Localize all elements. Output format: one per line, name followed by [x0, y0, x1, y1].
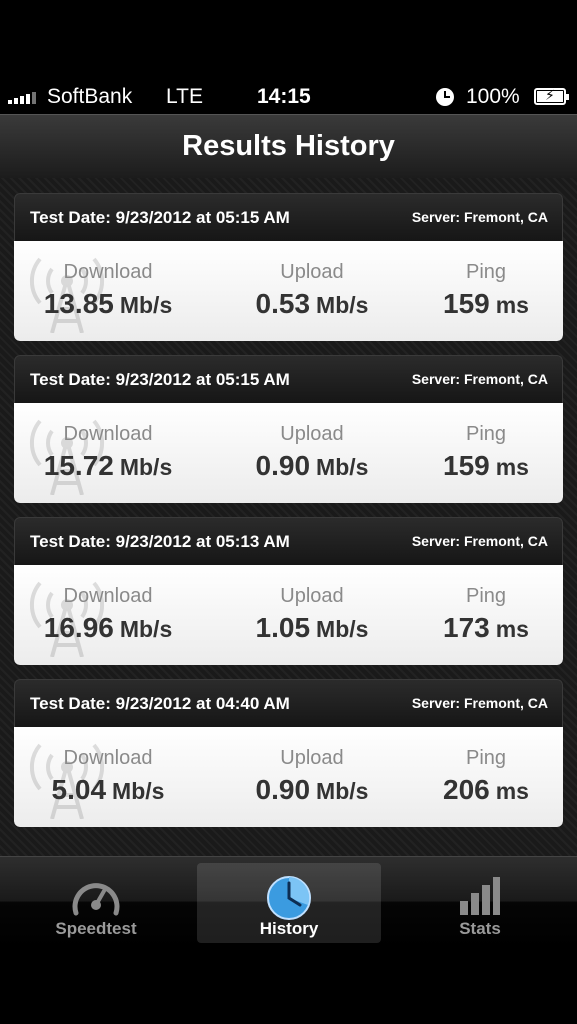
ping-value: 206 [443, 774, 490, 805]
server-location: Server: Fremont, CA [411, 371, 548, 387]
download-unit: Mb/s [112, 778, 165, 804]
signal-strength-icon [8, 90, 36, 104]
result-card-header: Test Date: 9/23/2012 at 04:40 AM Server:… [14, 679, 563, 727]
download-metric: Download 5.04 Mb/s [18, 727, 198, 806]
ping-label: Ping [465, 585, 507, 607]
ping-unit: ms [495, 454, 529, 480]
download-metric: Download 16.96 Mb/s [18, 565, 198, 644]
test-date: Test Date: 9/23/2012 at 05:15 AM [30, 370, 290, 389]
result-card[interactable]: Test Date: 9/23/2012 at 04:40 AM Server:… [14, 679, 563, 827]
upload-unit: Mb/s [316, 778, 369, 804]
navigation-bar: Results History [0, 114, 577, 178]
download-value: 13.85 [43, 288, 114, 319]
upload-value: 0.90 [255, 450, 311, 481]
page-title: Results History [182, 130, 395, 162]
status-bar: SoftBank LTE 14:15 100% ⚡ [0, 80, 577, 114]
ping-unit: ms [495, 292, 529, 318]
upload-label: Upload [280, 585, 344, 607]
result-card[interactable]: Test Date: 9/23/2012 at 05:15 AM Server:… [14, 355, 563, 503]
ping-value: 159 [443, 450, 490, 481]
result-card-header: Test Date: 9/23/2012 at 05:13 AM Server:… [14, 517, 563, 565]
ping-metric: Ping 159 ms [396, 403, 563, 482]
battery-percent: 100% [466, 85, 520, 108]
bar-chart-icon [460, 877, 500, 915]
tab-speedtest-label: Speedtest [55, 919, 137, 938]
ping-value: 159 [443, 288, 490, 319]
tab-history[interactable]: History [197, 863, 381, 943]
upload-metric: Upload 0.90 Mb/s [222, 727, 402, 806]
download-unit: Mb/s [119, 292, 173, 318]
server-location: Server: Fremont, CA [411, 695, 548, 711]
result-card-body: Download 5.04 Mb/s Upload 0.90 Mb/s Ping 2… [14, 727, 563, 827]
upload-value: 0.90 [255, 774, 311, 805]
speedometer-icon [72, 883, 120, 916]
test-date: Test Date: 9/23/2012 at 05:15 AM [30, 208, 290, 227]
download-unit: Mb/s [119, 616, 173, 642]
upload-value: 1.05 [255, 612, 311, 643]
server-location: Server: Fremont, CA [411, 533, 548, 549]
battery-icon: ⚡ [534, 87, 569, 105]
tab-speedtest[interactable]: Speedtest [4, 863, 188, 943]
upload-label: Upload [280, 747, 344, 769]
ping-label: Ping [465, 261, 507, 283]
upload-unit: Mb/s [316, 454, 369, 480]
ping-metric: Ping 206 ms [396, 727, 563, 806]
test-date: Test Date: 9/23/2012 at 05:13 AM [30, 532, 290, 551]
upload-unit: Mb/s [316, 292, 369, 318]
upload-unit: Mb/s [316, 616, 369, 642]
download-value: 16.96 [43, 612, 114, 643]
download-value: 15.72 [43, 450, 114, 481]
upload-label: Upload [280, 423, 344, 445]
tab-history-label: History [259, 919, 319, 938]
status-time: 14:15 [257, 85, 311, 108]
upload-metric: Upload 1.05 Mb/s [222, 565, 402, 644]
tab-stats[interactable]: Stats [388, 863, 572, 943]
ping-unit: ms [495, 778, 529, 804]
upload-value: 0.53 [255, 288, 311, 319]
result-card-body: Download 15.72 Mb/s Upload 0.90 Mb/s Ping … [14, 403, 563, 503]
result-card[interactable]: Test Date: 9/23/2012 at 05:15 AM Server:… [14, 193, 563, 341]
tab-stats-label: Stats [459, 919, 501, 938]
download-label: Download [63, 261, 153, 283]
download-metric: Download 13.85 Mb/s [18, 241, 198, 320]
download-label: Download [63, 585, 153, 607]
download-label: Download [63, 747, 153, 769]
download-unit: Mb/s [119, 454, 173, 480]
ping-label: Ping [465, 747, 507, 769]
ping-label: Ping [465, 423, 507, 445]
download-metric: Download 15.72 Mb/s [18, 403, 198, 482]
result-card-header: Test Date: 9/23/2012 at 05:15 AM Server:… [14, 355, 563, 403]
carrier-name: SoftBank [47, 85, 133, 108]
download-value: 5.04 [51, 774, 107, 805]
network-type: LTE [166, 85, 203, 108]
result-card-header: Test Date: 9/23/2012 at 05:15 AM Server:… [14, 193, 563, 241]
result-card[interactable]: Test Date: 9/23/2012 at 05:13 AM Server:… [14, 517, 563, 665]
alarm-clock-icon [436, 88, 454, 106]
test-date: Test Date: 9/23/2012 at 04:40 AM [30, 694, 290, 713]
server-location: Server: Fremont, CA [411, 209, 548, 225]
ping-metric: Ping 159 ms [396, 241, 563, 320]
ping-metric: Ping 173 ms [396, 565, 563, 644]
upload-metric: Upload 0.53 Mb/s [222, 241, 402, 320]
download-label: Download [63, 423, 153, 445]
upload-metric: Upload 0.90 Mb/s [222, 403, 402, 482]
result-card-body: Download 16.96 Mb/s Upload 1.05 Mb/s Ping … [14, 565, 563, 665]
ping-unit: ms [495, 616, 529, 642]
result-card-body: Download 13.85 Mb/s Upload 0.53 Mb/s Ping … [14, 241, 563, 341]
ping-value: 173 [443, 612, 490, 643]
upload-label: Upload [280, 261, 344, 283]
tab-bar: Speedtest History Stats [0, 856, 577, 948]
clock-icon [267, 876, 311, 920]
results-list[interactable]: Test Date: 9/23/2012 at 05:15 AM Server:… [0, 178, 577, 856]
